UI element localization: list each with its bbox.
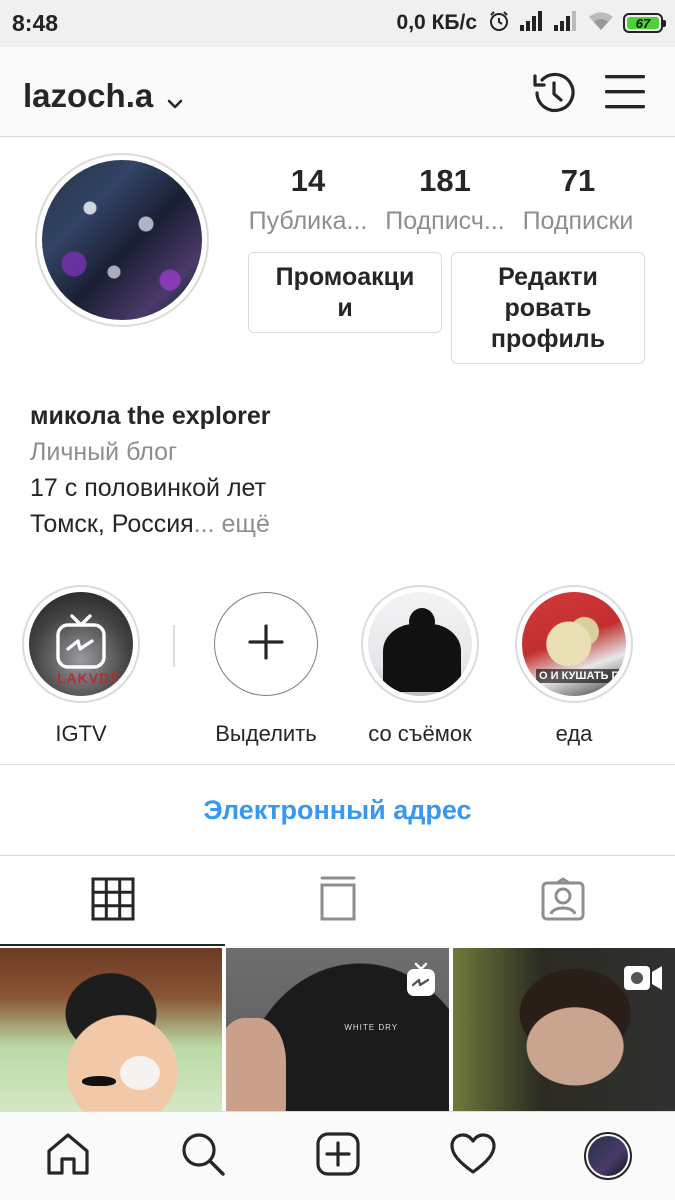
history-icon xyxy=(528,72,580,123)
highlight-ring: LAKVDS xyxy=(22,585,140,703)
signal-icon xyxy=(553,10,579,37)
posts-grid: WHITE DRY xyxy=(0,948,675,1112)
stat-posts-label: Публика... xyxy=(248,207,368,235)
highlight-new[interactable]: Выделить xyxy=(201,585,331,747)
menu-button[interactable] xyxy=(603,71,647,113)
search-icon xyxy=(180,1131,226,1182)
stat-following-label: Подписки xyxy=(522,207,634,235)
status-bar: 8:48 0,0 КБ/с 67 xyxy=(0,0,675,47)
bio-line-with-more: Томск, Россия... ещё xyxy=(30,506,650,542)
highlight-igtv[interactable]: LAKVDS IGTV xyxy=(16,585,146,747)
highlight-food[interactable]: О И КУШАТЬ ГОТОВИ еда xyxy=(509,585,639,747)
username-label: lazoch.a xyxy=(23,77,154,114)
highlight-cover-text: О И КУШАТЬ ГОТОВИ xyxy=(536,669,626,683)
stat-followers-label: Подписч... xyxy=(385,207,505,235)
highlight-shoot[interactable]: со съёмок xyxy=(355,585,485,747)
tab-tagged[interactable] xyxy=(450,856,675,946)
post-thumbnail[interactable] xyxy=(0,948,223,1112)
stat-posts-count: 14 xyxy=(290,163,326,198)
post-thumbnail[interactable]: WHITE DRY xyxy=(226,948,449,1112)
bio-line: 17 с половинкой лет xyxy=(30,474,267,502)
highlight-label: еда xyxy=(555,721,593,746)
promotions-button-label: Промоакци и xyxy=(275,262,415,322)
highlight-cover-text: LAKVDS xyxy=(57,670,121,686)
stat-following[interactable]: 71 Подписки xyxy=(515,163,641,236)
network-speed: 0,0 КБ/с xyxy=(396,11,477,34)
igtv-icon xyxy=(405,962,437,1003)
heart-icon xyxy=(449,1132,497,1181)
stat-posts[interactable]: 14 Публика... xyxy=(246,163,370,236)
profile-photo xyxy=(42,160,202,320)
stat-following-count: 71 xyxy=(560,163,596,198)
alarm-icon xyxy=(487,9,511,38)
history-button[interactable] xyxy=(528,67,580,119)
highlight-ring: О И КУШАТЬ ГОТОВИ xyxy=(515,585,633,703)
igtv-icon xyxy=(54,613,108,676)
wifi-icon xyxy=(587,10,615,37)
highlight-label: IGTV xyxy=(55,721,107,746)
highlight-cover: LAKVDS xyxy=(29,592,133,696)
highlight-cover-silhouette xyxy=(383,608,461,692)
nav-profile[interactable] xyxy=(573,1121,643,1191)
nav-activity[interactable] xyxy=(438,1121,508,1191)
post-image-detail xyxy=(120,1056,160,1090)
tab-igtv[interactable] xyxy=(225,856,450,946)
grid-icon xyxy=(91,877,135,926)
highlight-label: Выделить xyxy=(215,721,317,746)
profile-bio: микола the explorer Личный блог 17 с пол… xyxy=(30,398,650,542)
highlights-separator xyxy=(173,625,175,667)
video-icon xyxy=(623,964,663,997)
email-contact-link[interactable]: Электронный адрес xyxy=(0,765,675,855)
bio-location: Томск, Россия xyxy=(30,510,194,538)
status-icons: 0,0 КБ/с 67 xyxy=(396,9,666,38)
edit-profile-button[interactable]: Редакти ровать профиль xyxy=(451,252,645,364)
profile-avatar-image xyxy=(587,1136,628,1176)
post-thumbnail[interactable] xyxy=(452,948,675,1112)
tagged-icon xyxy=(540,877,586,926)
nav-new-post[interactable] xyxy=(303,1121,373,1191)
full-name: микола the explorer xyxy=(30,402,271,430)
home-icon xyxy=(45,1131,91,1182)
signal-icon xyxy=(519,10,545,37)
post-image-detail xyxy=(226,1018,287,1112)
highlight-cover: О И КУШАТЬ ГОТОВИ xyxy=(522,592,626,696)
profile-tabs xyxy=(0,855,675,946)
battery-percent: 67 xyxy=(635,15,651,31)
highlight-label: со съёмок xyxy=(368,721,472,746)
add-post-icon xyxy=(315,1131,361,1182)
plus-icon xyxy=(247,623,285,666)
profile-avatar xyxy=(583,1132,632,1180)
post-image-caption: WHITE DRY xyxy=(344,1023,399,1032)
profile-category: Личный блог xyxy=(30,438,178,466)
chevron-down-icon xyxy=(167,79,183,117)
profile-header-bar: lazoch.a xyxy=(0,47,675,137)
post-image-detail xyxy=(82,1076,116,1086)
igtv-feed-icon xyxy=(318,876,358,927)
stat-followers[interactable]: 181 Подписч... xyxy=(380,163,510,236)
promotions-button[interactable]: Промоакци и xyxy=(248,252,442,333)
highlight-cover xyxy=(368,592,472,696)
status-time: 8:48 xyxy=(12,10,59,36)
new-highlight-ring xyxy=(214,592,318,696)
more-link[interactable]: ... ещё xyxy=(194,510,270,538)
nav-search[interactable] xyxy=(168,1121,238,1191)
nav-home[interactable] xyxy=(33,1121,103,1191)
edit-profile-button-label: Редакти ровать профиль xyxy=(490,262,606,353)
stat-followers-count: 181 xyxy=(419,163,471,198)
account-switcher[interactable]: lazoch.a xyxy=(23,75,183,117)
tab-grid[interactable] xyxy=(0,856,225,946)
highlight-ring xyxy=(361,585,479,703)
bottom-navigation xyxy=(0,1111,675,1200)
profile-avatar-large[interactable] xyxy=(35,153,209,327)
battery-icon: 67 xyxy=(623,13,666,33)
menu-icon xyxy=(603,75,647,117)
